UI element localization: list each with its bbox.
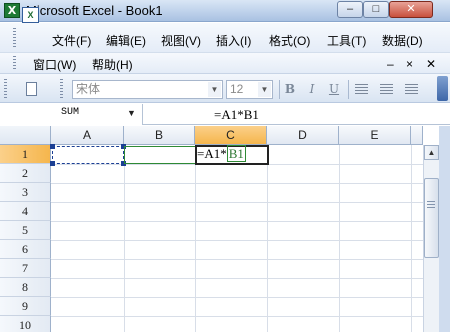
column-header-b[interactable]: B [124,126,195,145]
column-header-a[interactable]: A [51,126,124,145]
menu-window[interactable]: 窗口(W) [33,56,76,73]
gridline [267,145,268,332]
formula-prefix: =A1* [197,146,227,161]
row-header-9[interactable]: 9 [0,297,51,316]
thumb-grip-icon [427,201,435,209]
toolbar-grip-icon-2[interactable] [60,79,63,99]
doc-minimize-button[interactable]: – [387,57,394,71]
scrollbar-thumb[interactable] [424,178,439,258]
cell-b1-reference-highlight[interactable] [124,146,196,164]
menu-help[interactable]: 帮助(H) [92,56,133,73]
menu-grip-icon[interactable] [13,28,16,48]
gridline [51,202,423,203]
row-header-4[interactable]: 4 [0,202,51,221]
toolbar-options-icon[interactable] [437,76,448,101]
menu-insert[interactable]: 插入(I) [216,32,251,49]
chevron-down-icon[interactable]: ▼ [208,82,221,97]
cell-a1-reference-highlight[interactable] [52,146,124,164]
name-box-value: SUM [61,107,80,118]
formula-input[interactable]: =A1*B1 [214,107,259,123]
menu-edit[interactable]: 编辑(E) [106,32,146,49]
window-title: Microsoft Excel - Book1 [26,3,163,18]
close-button[interactable]: ✕ [389,1,433,18]
workbook-icon[interactable]: X [22,7,39,23]
row-header-2[interactable]: 2 [0,164,51,183]
row-header-10[interactable]: 10 [0,316,51,332]
font-name-combo[interactable]: 宋体 ▼ [72,80,223,99]
gridline [51,278,423,279]
bold-button[interactable]: B [280,80,300,99]
italic-button[interactable]: I [302,80,322,99]
row-header-5[interactable]: 5 [0,221,51,240]
gridline [124,145,125,332]
font-size-value: 12 [230,82,244,96]
toolbar-grip-icon[interactable] [4,79,7,99]
gridline [195,145,196,332]
gridline [51,221,423,222]
menu-view[interactable]: 视图(V) [161,32,201,49]
toolbar-separator [348,80,349,99]
row-header-3[interactable]: 3 [0,183,51,202]
gridline [51,259,423,260]
row-header-7[interactable]: 7 [0,259,51,278]
menu-grip-icon-2[interactable] [13,56,16,71]
range-handle[interactable] [50,161,55,166]
doc-restore-button[interactable]: × [406,57,413,71]
menu-tools[interactable]: 工具(T) [327,32,366,49]
gridline [51,240,423,241]
column-header-e[interactable]: E [339,126,411,145]
column-header-d[interactable]: D [267,126,339,145]
align-left-icon[interactable] [355,84,368,94]
menu-format[interactable]: 格式(O) [269,32,310,49]
row-header-6[interactable]: 6 [0,240,51,259]
maximize-button[interactable]: □ [363,1,389,18]
gridline [339,145,340,332]
align-center-icon[interactable] [380,84,393,94]
cell-c1-formula[interactable]: =A1* B1 [197,145,246,162]
select-all-button[interactable] [0,126,51,145]
gridline [51,297,423,298]
underline-button[interactable]: U [324,80,344,99]
window-edge [439,126,450,332]
formula-ref-b1: B1 [226,145,246,162]
scroll-up-button[interactable]: ▲ [424,145,439,160]
menu-data[interactable]: 数据(D) [382,32,423,49]
menu-file[interactable]: 文件(F) [52,32,91,49]
row-header-1[interactable]: 1 [0,145,51,164]
doc-close-button[interactable]: ✕ [426,57,436,71]
excel-app-icon[interactable]: X [4,3,20,18]
column-header-c[interactable]: C [195,126,267,145]
chevron-down-icon[interactable]: ▼ [127,108,136,118]
row-header-8[interactable]: 8 [0,278,51,297]
new-doc-icon[interactable] [26,82,37,96]
column-header-f[interactable] [411,126,423,145]
gridline [411,145,412,332]
minimize-button[interactable]: – [337,1,363,18]
font-name-value: 宋体 [76,82,101,96]
gridline [51,316,423,317]
range-handle[interactable] [50,144,55,149]
chevron-down-icon[interactable]: ▼ [258,82,271,97]
font-size-combo[interactable]: 12 ▼ [226,80,273,99]
gridline [51,183,423,184]
align-right-icon[interactable] [405,84,418,94]
